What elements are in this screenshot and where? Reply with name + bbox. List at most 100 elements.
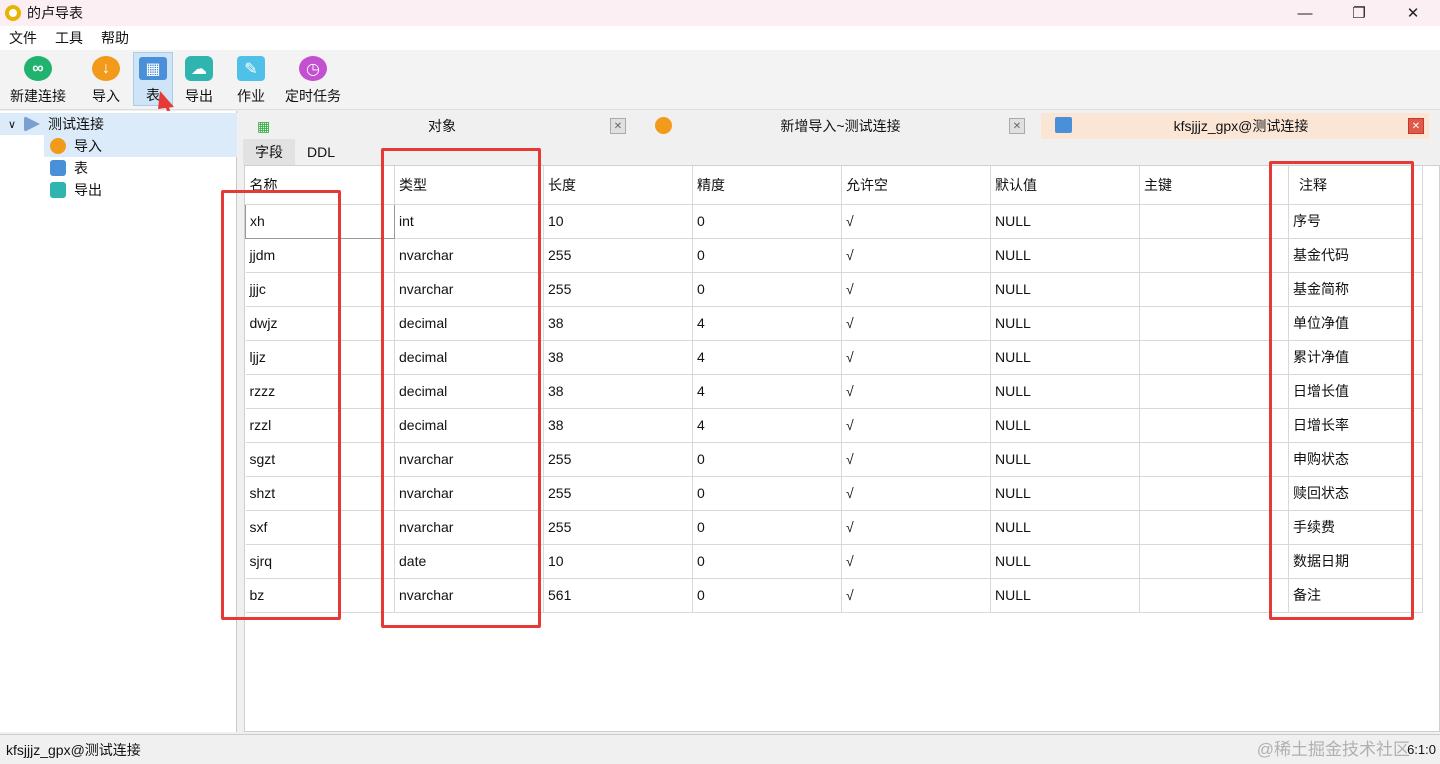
table-row[interactable]: rzzz decimal 38 4 √ NULL 日增长值 bbox=[245, 374, 1423, 409]
table-row[interactable]: xh int 10 0 √ NULL 序号 bbox=[245, 203, 1423, 239]
table-cell[interactable]: 4 bbox=[692, 340, 842, 375]
maximize-button[interactable]: ❐ bbox=[1332, 0, 1386, 26]
table-cell[interactable] bbox=[1139, 204, 1289, 239]
table-row[interactable]: jjjc nvarchar 255 0 √ NULL 基金简称 bbox=[245, 272, 1423, 307]
table-cell[interactable]: 0 bbox=[692, 442, 842, 477]
menu-file[interactable]: 文件 bbox=[0, 28, 46, 48]
table-cell[interactable] bbox=[1139, 476, 1289, 511]
tab-table-design[interactable]: kfsjjjz_gpx@测试连接 ✕ bbox=[1041, 113, 1429, 139]
tree-node-connection[interactable]: ∨ 测试连接 bbox=[0, 113, 237, 135]
table-cell[interactable]: NULL bbox=[990, 204, 1140, 239]
table-cell[interactable]: √ bbox=[841, 578, 991, 613]
table-cell[interactable]: 0 bbox=[692, 544, 842, 579]
table-cell[interactable]: nvarchar bbox=[394, 238, 544, 273]
table-cell[interactable]: 10 bbox=[543, 544, 693, 579]
table-cell[interactable]: sjrq bbox=[245, 544, 395, 579]
table-cell[interactable]: 38 bbox=[543, 340, 693, 375]
table-cell[interactable] bbox=[1139, 408, 1289, 443]
table-cell[interactable]: NULL bbox=[990, 340, 1140, 375]
minimize-button[interactable]: — bbox=[1278, 0, 1332, 26]
column-header[interactable]: 注释 bbox=[1288, 166, 1423, 205]
table-cell[interactable] bbox=[1139, 272, 1289, 307]
table-cell[interactable] bbox=[1139, 578, 1289, 613]
table-cell[interactable]: √ bbox=[841, 510, 991, 545]
table-cell[interactable]: NULL bbox=[990, 408, 1140, 443]
table-row[interactable]: rzzl decimal 38 4 √ NULL 日增长率 bbox=[245, 408, 1423, 443]
table-row[interactable]: bz nvarchar 561 0 √ NULL 备注 bbox=[245, 578, 1423, 613]
close-window-button[interactable]: ✕ bbox=[1386, 0, 1440, 26]
table-cell[interactable]: 申购状态 bbox=[1288, 442, 1423, 477]
close-icon[interactable]: ✕ bbox=[610, 118, 626, 134]
table-cell[interactable]: 4 bbox=[692, 306, 842, 341]
table-cell[interactable] bbox=[1139, 442, 1289, 477]
table-cell[interactable]: 38 bbox=[543, 306, 693, 341]
column-header[interactable]: 主键 bbox=[1139, 166, 1289, 205]
table-cell[interactable]: rzzl bbox=[245, 408, 395, 443]
table-cell[interactable]: nvarchar bbox=[394, 442, 544, 477]
column-header[interactable]: 默认值 bbox=[990, 166, 1140, 205]
tab-new-import[interactable]: 新增导入~测试连接 ✕ bbox=[643, 113, 1033, 139]
table-cell[interactable]: NULL bbox=[990, 272, 1140, 307]
table-row[interactable]: sgzt nvarchar 255 0 √ NULL 申购状态 bbox=[245, 442, 1423, 477]
column-header[interactable]: 名称 bbox=[245, 166, 395, 205]
table-cell[interactable]: 0 bbox=[692, 578, 842, 613]
table-cell[interactable]: √ bbox=[841, 306, 991, 341]
table-cell[interactable]: √ bbox=[841, 374, 991, 409]
table-cell[interactable]: 基金简称 bbox=[1288, 272, 1423, 307]
table-cell[interactable]: NULL bbox=[990, 578, 1140, 613]
table-cell[interactable] bbox=[1139, 510, 1289, 545]
table-cell[interactable]: 0 bbox=[692, 204, 842, 239]
table-cell[interactable]: NULL bbox=[990, 544, 1140, 579]
table-cell[interactable]: 备注 bbox=[1288, 578, 1423, 613]
table-cell[interactable]: √ bbox=[841, 476, 991, 511]
table-cell[interactable]: 4 bbox=[692, 374, 842, 409]
table-row[interactable]: ljjz decimal 38 4 √ NULL 累计净值 bbox=[245, 340, 1423, 375]
column-header[interactable]: 精度 bbox=[692, 166, 842, 205]
column-header[interactable]: 允许空 bbox=[841, 166, 991, 205]
table-row[interactable]: sxf nvarchar 255 0 √ NULL 手续费 bbox=[245, 510, 1423, 545]
table-cell[interactable]: dwjz bbox=[245, 306, 395, 341]
new-connection-button[interactable]: ∞ 新建连接 bbox=[6, 52, 70, 106]
table-cell[interactable]: jjdm bbox=[245, 238, 395, 273]
table-cell[interactable]: 255 bbox=[543, 272, 693, 307]
table-cell[interactable]: jjjc bbox=[245, 272, 395, 307]
table-cell[interactable]: 561 bbox=[543, 578, 693, 613]
close-icon[interactable]: ✕ bbox=[1009, 118, 1025, 134]
table-cell[interactable]: int bbox=[394, 204, 544, 239]
table-cell[interactable]: sxf bbox=[245, 510, 395, 545]
table-cell[interactable]: 累计净值 bbox=[1288, 340, 1423, 375]
close-icon[interactable]: ✕ bbox=[1408, 118, 1424, 134]
table-row[interactable]: sjrq date 10 0 √ NULL 数据日期 bbox=[245, 544, 1423, 579]
table-cell[interactable]: 255 bbox=[543, 476, 693, 511]
table-cell[interactable]: 基金代码 bbox=[1288, 238, 1423, 273]
table-cell[interactable]: 4 bbox=[692, 408, 842, 443]
table-cell[interactable]: ljjz bbox=[245, 340, 395, 375]
table-cell[interactable]: NULL bbox=[990, 510, 1140, 545]
table-cell[interactable]: bz bbox=[245, 578, 395, 613]
table-cell[interactable]: 单位净值 bbox=[1288, 306, 1423, 341]
table-cell[interactable]: NULL bbox=[990, 476, 1140, 511]
table-cell[interactable]: shzt bbox=[245, 476, 395, 511]
table-cell[interactable] bbox=[1139, 340, 1289, 375]
table-cell[interactable]: √ bbox=[841, 408, 991, 443]
table-cell[interactable]: 赎回状态 bbox=[1288, 476, 1423, 511]
table-cell[interactable]: decimal bbox=[394, 408, 544, 443]
table-cell[interactable]: rzzz bbox=[245, 374, 395, 409]
table-cell[interactable]: nvarchar bbox=[394, 476, 544, 511]
table-cell[interactable] bbox=[1139, 238, 1289, 273]
table-cell[interactable] bbox=[1139, 306, 1289, 341]
table-cell[interactable]: date bbox=[394, 544, 544, 579]
column-header[interactable]: 类型 bbox=[394, 166, 544, 205]
table-cell[interactable]: xh bbox=[245, 203, 395, 239]
chevron-down-icon[interactable]: ∨ bbox=[0, 118, 24, 131]
table-cell[interactable]: √ bbox=[841, 442, 991, 477]
table-cell[interactable]: 数据日期 bbox=[1288, 544, 1423, 579]
table-cell[interactable]: NULL bbox=[990, 306, 1140, 341]
menu-help[interactable]: 帮助 bbox=[92, 28, 138, 48]
tree-node-table[interactable]: 表 bbox=[44, 157, 237, 179]
table-cell[interactable]: √ bbox=[841, 340, 991, 375]
table-cell[interactable]: NULL bbox=[990, 442, 1140, 477]
table-cell[interactable]: nvarchar bbox=[394, 578, 544, 613]
tab-objects[interactable]: ▦ 对象 ✕ bbox=[243, 113, 633, 139]
tree-node-export[interactable]: 导出 bbox=[44, 179, 237, 201]
